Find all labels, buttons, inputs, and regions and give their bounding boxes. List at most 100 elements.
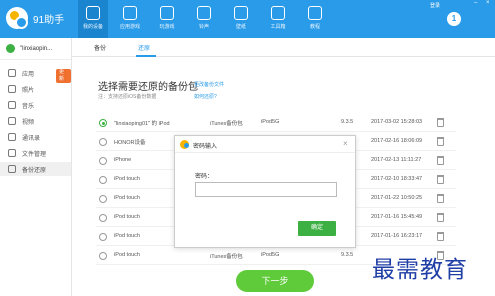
trash-icon[interactable] [437,194,444,203]
tab-backup[interactable]: 备份 [94,43,106,52]
cell-name: HONOR设备 [114,140,146,146]
trash-icon[interactable] [437,118,444,127]
sidebar-item-2[interactable]: 音乐 [0,98,71,112]
trash-icon[interactable] [437,232,444,241]
nav-item-4[interactable]: 壁纸 [226,0,256,38]
radio-button[interactable] [99,195,107,203]
cell-date: 2017-03-02 15:28:03 [371,119,423,125]
radio-button[interactable] [99,138,107,146]
top-nav: 我的设备 应用游戏 玩游戏 铃声 壁纸 工具箱 教程 [78,0,337,38]
device-name: "linxiaopin... [20,45,53,52]
photo-icon [8,85,16,93]
nav-item-label: 应用游戏 [119,24,140,30]
cell-date: 2017-02-13 11:11:27 [371,157,422,163]
music-note-icon [197,6,211,20]
sidebar-item-4[interactable]: 通讯录 [0,130,71,144]
radio-button[interactable] [99,119,107,127]
sidebar-item-label: 应用 [22,71,35,78]
cell-name: iPod touch [114,195,140,201]
dialog-title: 密码输入 [193,144,218,150]
cell-name: "linxiaoping01" 的 iPod [114,121,170,127]
login-link[interactable]: 登录 [430,2,440,9]
how-to-restore-link[interactable]: 如何还原? [194,93,217,100]
cell-date: 2017-02-16 18:06:09 [371,138,423,144]
dialog-logo-icon [180,140,189,149]
cell-model: iPod5G [261,119,280,125]
confirm-button[interactable]: 确定 [298,221,336,236]
sidebar-item-6[interactable]: 备份还原 [0,162,71,176]
cell-name: iPod touch [114,214,140,220]
nav-item-label: 我的设备 [82,24,103,30]
cell-date: 2017-02-10 18:33:47 [371,176,423,182]
cell-version: 9.3.5 [341,252,354,258]
device-selector[interactable]: "linxiaopin... [0,38,71,60]
toolbox-icon [271,6,285,20]
nav-item-label: 铃声 [198,24,209,30]
sidebar-item-label: 通讯录 [22,135,41,142]
cell-type: iTunes备份包 [210,121,243,127]
nav-item-label: 工具箱 [270,24,286,30]
sidebar-item-label: 音乐 [22,103,35,110]
cell-name: iPod touch [114,233,140,239]
sidebar-item-1[interactable]: 照片 [0,82,71,96]
table-row[interactable]: "linxiaoping01" 的 iPod iTunes备份包 iPod5G 9.3… [96,114,456,132]
nav-item-2[interactable]: 玩游戏 [152,0,182,38]
restore-icon [8,165,16,173]
support-note: 注：支持还原iOS备份数据 [98,94,157,100]
radio-button[interactable] [99,252,107,260]
cell-type: iTunes备份包 [210,254,243,260]
dialog-close-button[interactable]: × [343,139,348,148]
contacts-icon [8,133,16,141]
nav-item-label: 壁纸 [235,24,246,30]
sidebar-item-label: 文件管理 [22,151,47,158]
tab-active-indicator [136,55,156,57]
sidebar-item-label: 视频 [22,119,35,126]
music-icon [8,101,16,109]
cell-date: 2017-01-22 10:50:25 [371,195,423,201]
sidebar: "linxiaopin... 应用 更新照片音乐视频通讯录文件管理备份还原 [0,38,72,296]
minimize-button[interactable]: – [474,0,477,6]
tab-bar: 备份 还原 [72,38,495,57]
nav-item-5[interactable]: 工具箱 [263,0,293,38]
trash-icon[interactable] [437,175,444,184]
nav-item-0[interactable]: 我的设备 [78,0,108,38]
user-avatar[interactable]: 1 [447,12,461,26]
nav-item-3[interactable]: 铃声 [189,0,219,38]
radio-button[interactable] [99,157,107,165]
sidebar-item-label: 照片 [22,87,35,94]
sidebar-item-5[interactable]: 文件管理 [0,146,71,160]
video-icon [8,117,16,125]
password-input[interactable] [195,182,337,197]
top-bar: 91助手 我的设备 应用游戏 玩游戏 铃声 壁纸 工具箱 教程 登录 1 – × [0,0,495,38]
dialog-header: 密码输入 × [175,136,355,153]
device-icon [86,6,100,20]
app-store-icon [123,6,137,20]
cell-name: iPod touch [114,252,140,258]
trash-icon[interactable] [437,156,444,165]
cell-date: 2017-01-16 16:23:17 [371,233,423,239]
radio-button[interactable] [99,214,107,222]
password-label: 密码： [195,174,214,180]
change-backup-file-link[interactable]: 更改备份文件 [194,81,224,88]
sidebar-item-label: 备份还原 [22,167,47,174]
sidebar-item-0[interactable]: 应用 更新 [0,66,71,83]
password-dialog: 密码输入 × 密码： 确定 [174,135,356,248]
radio-button[interactable] [99,233,107,241]
nav-item-label: 玩游戏 [159,24,175,30]
cell-version: 9.3.5 [341,119,354,125]
radio-button[interactable] [99,176,107,184]
tab-restore[interactable]: 还原 [138,43,150,52]
next-step-button[interactable]: 下一步 [236,270,314,292]
close-window-button[interactable]: × [486,0,490,6]
tutorial-icon [308,6,322,20]
apps-icon [8,69,16,77]
trash-icon[interactable] [437,137,444,146]
update-badge: 更新 [56,69,71,83]
cell-date: 2017-01-16 15:45:49 [371,214,423,220]
sidebar-item-3[interactable]: 视频 [0,114,71,128]
nav-item-1[interactable]: 应用游戏 [115,0,145,38]
page-title: 选择需要还原的备份包 [98,82,198,93]
folder-icon [8,149,16,157]
nav-item-6[interactable]: 教程 [300,0,330,38]
trash-icon[interactable] [437,213,444,222]
